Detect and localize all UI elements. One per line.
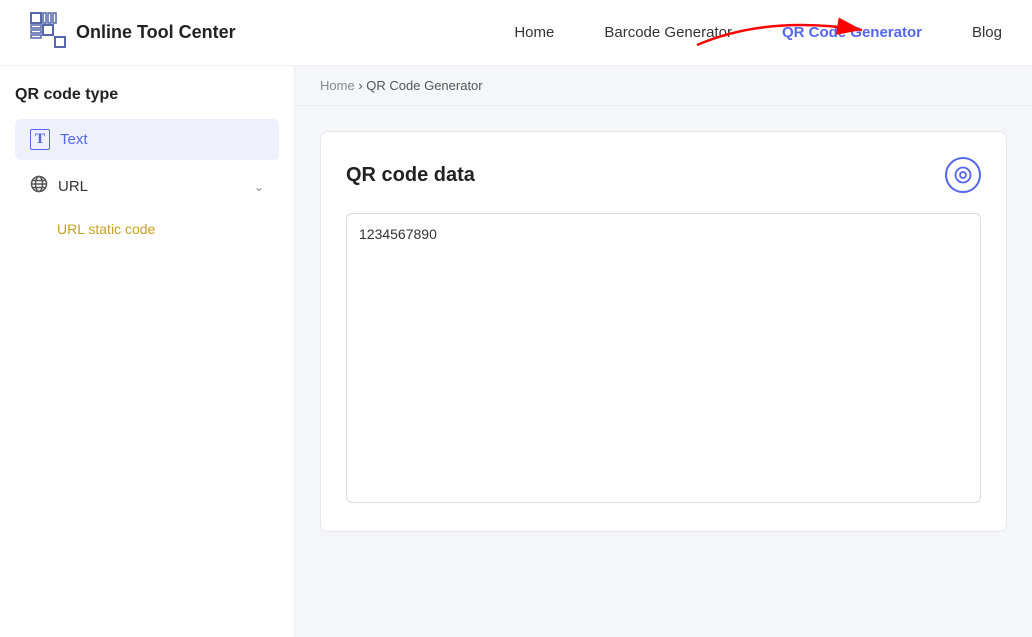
breadcrumb-home[interactable]: Home: [320, 78, 355, 93]
nav-blog[interactable]: Blog: [972, 24, 1002, 41]
nav-home[interactable]: Home: [514, 24, 554, 41]
sidebar-item-url[interactable]: URL ⌄: [15, 165, 279, 208]
breadcrumb-current: QR Code Generator: [366, 78, 482, 93]
sidebar-text-label: Text: [60, 131, 88, 148]
content-area: QR code data: [295, 106, 1032, 557]
logo-area: Online Tool Center: [30, 12, 236, 53]
nav-qrcode[interactable]: QR Code Generator: [782, 24, 922, 41]
url-static-link[interactable]: URL static code: [15, 213, 279, 245]
sidebar: QR code type T Text URL ⌄: [0, 66, 295, 637]
sidebar-item-text[interactable]: T Text: [15, 119, 279, 160]
text-icon: T: [30, 129, 50, 150]
breadcrumb: Home › QR Code Generator: [295, 66, 1032, 106]
logo-icon: [30, 12, 66, 53]
header: Online Tool Center Home Barcode Generato…: [0, 0, 1032, 66]
sidebar-url-label: URL: [58, 178, 244, 195]
layout: QR code type T Text URL ⌄: [0, 66, 1032, 637]
qr-card-title: QR code data: [346, 164, 475, 187]
logo-text: Online Tool Center: [76, 22, 236, 43]
main-nav: Home Barcode Generator QR Code Generator…: [514, 24, 1002, 41]
main-content: Home › QR Code Generator QR code data: [295, 66, 1032, 637]
sidebar-title: QR code type: [15, 86, 279, 104]
breadcrumb-separator: ›: [358, 78, 362, 93]
globe-icon: [30, 175, 48, 198]
nav-barcode[interactable]: Barcode Generator: [604, 24, 732, 41]
qr-data-textarea[interactable]: [346, 213, 981, 503]
chevron-down-icon: ⌄: [254, 180, 264, 194]
qr-card: QR code data: [320, 131, 1007, 532]
settings-icon[interactable]: [945, 157, 981, 193]
qr-card-header: QR code data: [346, 157, 981, 193]
